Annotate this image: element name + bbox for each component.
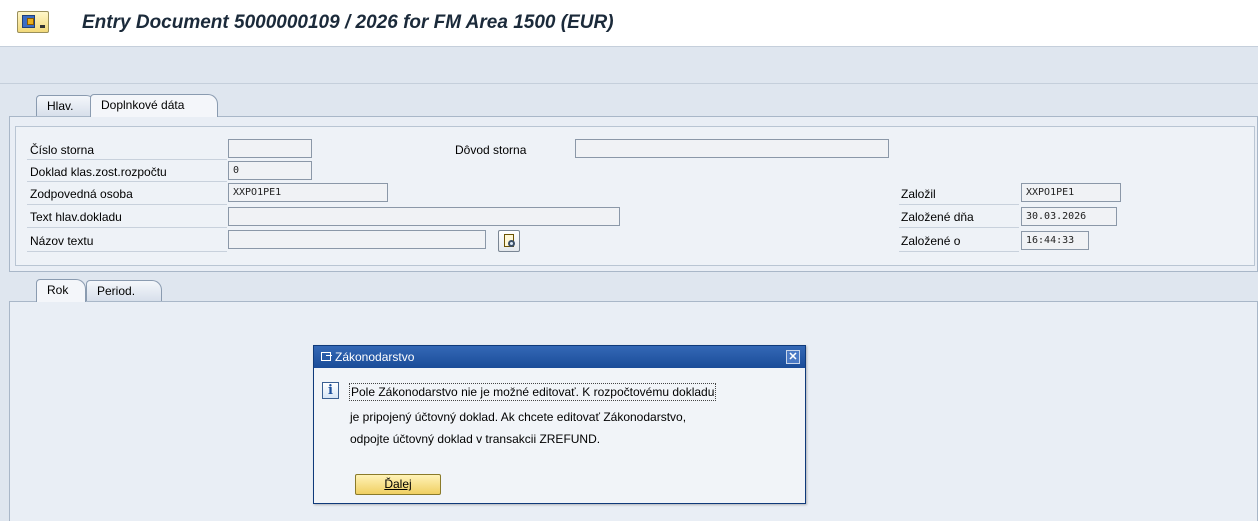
title-bar: Entry Document 5000000109 / 2026 for FM … xyxy=(0,0,1258,46)
text-hlav-label: Text hlav.dokladu xyxy=(30,210,122,224)
dialog-title: Zákonodarstvo xyxy=(335,350,415,364)
zalozil-label: Založil xyxy=(901,187,936,201)
dialog-title-bar[interactable]: Zákonodarstvo ✕ xyxy=(314,346,805,368)
document-screen-icon[interactable] xyxy=(17,11,49,33)
display-text-button[interactable] xyxy=(498,230,520,252)
zalozil-field[interactable]: XXPO1PE1 xyxy=(1021,183,1121,202)
tab-hlav[interactable]: Hlav. xyxy=(36,95,96,117)
dialog-message-line-3: odpojte účtovný doklad v transakcii ZREF… xyxy=(350,432,601,446)
application-toolbar xyxy=(0,46,1258,84)
dialog-message-line-1: Pole Zákonodarstvo nie je možné editovať… xyxy=(349,383,717,401)
zodpovedna-osoba-label: Zodpovedná osoba xyxy=(30,187,133,201)
window-title: Entry Document 5000000109 / 2026 for FM … xyxy=(82,12,614,33)
tab-doplnkove-data[interactable]: Doplnkové dáta xyxy=(90,94,218,117)
nazov-textu-label: Názov textu xyxy=(30,234,94,248)
dialog-window-icon xyxy=(321,352,332,361)
nazov-textu-field[interactable] xyxy=(228,230,486,249)
doklad-klas-field[interactable]: 0 xyxy=(228,161,312,180)
cislo-storna-field[interactable] xyxy=(228,139,312,158)
tab-period[interactable]: Period. xyxy=(86,280,162,302)
dovod-storna-field[interactable] xyxy=(575,139,889,158)
zalozene-o-field[interactable]: 16:44:33 xyxy=(1021,231,1089,250)
zalozene-o-label: Založené o xyxy=(901,234,961,248)
dialog-message-line-2: je pripojený účtovný doklad. Ak chcete e… xyxy=(350,410,687,424)
zalozene-dna-field[interactable]: 30.03.2026 xyxy=(1021,207,1117,226)
zalozene-dna-label: Založené dňa xyxy=(901,210,974,224)
close-icon[interactable]: ✕ xyxy=(786,350,800,364)
tab-rok[interactable]: Rok xyxy=(36,279,86,302)
info-icon: i xyxy=(322,382,339,399)
legislation-dialog: Zákonodarstvo ✕ i Pole Zákonodarstvo nie… xyxy=(313,345,806,504)
continue-button[interactable]: Ďalej xyxy=(355,474,441,495)
zodpovedna-osoba-field[interactable]: XXPO1PE1 xyxy=(228,183,388,202)
dovod-storna-label: Dôvod storna xyxy=(455,143,527,157)
doklad-klas-label: Doklad klas.zost.rozpočtu xyxy=(30,165,167,179)
text-hlav-field[interactable] xyxy=(228,207,620,226)
cislo-storna-label: Číslo storna xyxy=(30,143,95,157)
